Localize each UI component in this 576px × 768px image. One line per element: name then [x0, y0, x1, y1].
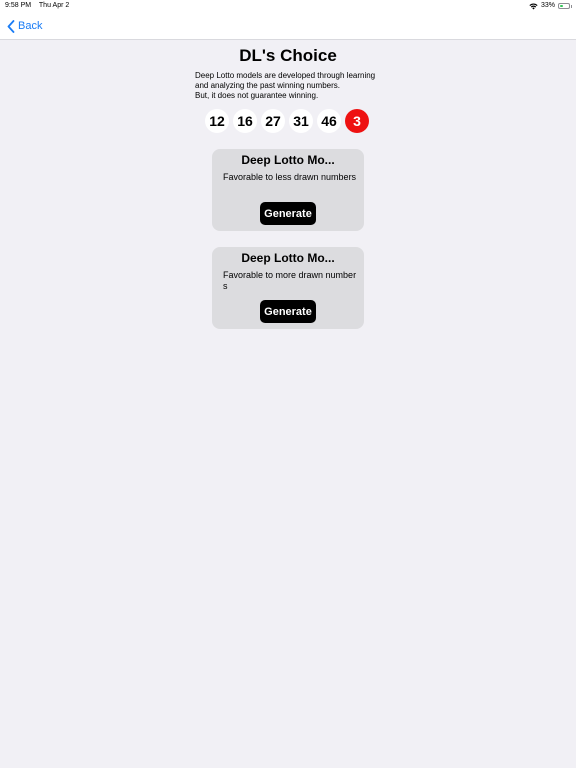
wifi-icon: [529, 2, 538, 9]
number-ball: 27: [261, 109, 285, 133]
model-card-more-drawn: Deep Lotto Mo... Favorable to more drawn…: [212, 247, 364, 329]
chevron-left-icon: [7, 19, 15, 33]
status-time: 9:58 PM: [5, 2, 32, 9]
bonus-number-ball: 3: [345, 109, 369, 133]
status-left: 9:58 PM Thu Apr 2: [5, 0, 75, 12]
back-label: Back: [18, 20, 43, 32]
description-line: Deep Lotto models are developed through …: [195, 71, 376, 80]
generate-button[interactable]: Generate: [260, 300, 316, 323]
model-title: Deep Lotto Mo...: [241, 153, 335, 167]
battery-icon: [558, 3, 572, 9]
number-ball: 31: [289, 109, 313, 133]
description-line: and analyzing the past winning numbers.: [195, 81, 340, 90]
status-date: Thu Apr 2: [38, 2, 70, 9]
number-ball: 46: [317, 109, 341, 133]
number-ball: 16: [233, 109, 257, 133]
model-card-less-drawn: Deep Lotto Mo... Favorable to less drawn…: [212, 149, 364, 231]
back-button[interactable]: Back: [7, 18, 42, 34]
battery-percent: 33%: [540, 2, 555, 9]
generate-button[interactable]: Generate: [260, 202, 316, 225]
model-description: Favorable to more drawn numbers: [223, 270, 357, 291]
description: Deep Lotto models are developed through …: [195, 71, 395, 101]
status-bar: 9:58 PM Thu Apr 2 33%: [0, 0, 576, 12]
model-description: Favorable to less drawn numbers: [223, 172, 357, 182]
description-line: But, it does not guarantee winning.: [195, 91, 319, 100]
page-title: DL's Choice: [239, 46, 337, 65]
number-ball: 12: [205, 109, 229, 133]
navigation-bar: Back: [0, 12, 576, 40]
model-title: Deep Lotto Mo...: [241, 251, 335, 265]
lotto-numbers: 12 16 27 31 46 3: [205, 109, 369, 133]
status-right: 33%: [529, 0, 572, 12]
